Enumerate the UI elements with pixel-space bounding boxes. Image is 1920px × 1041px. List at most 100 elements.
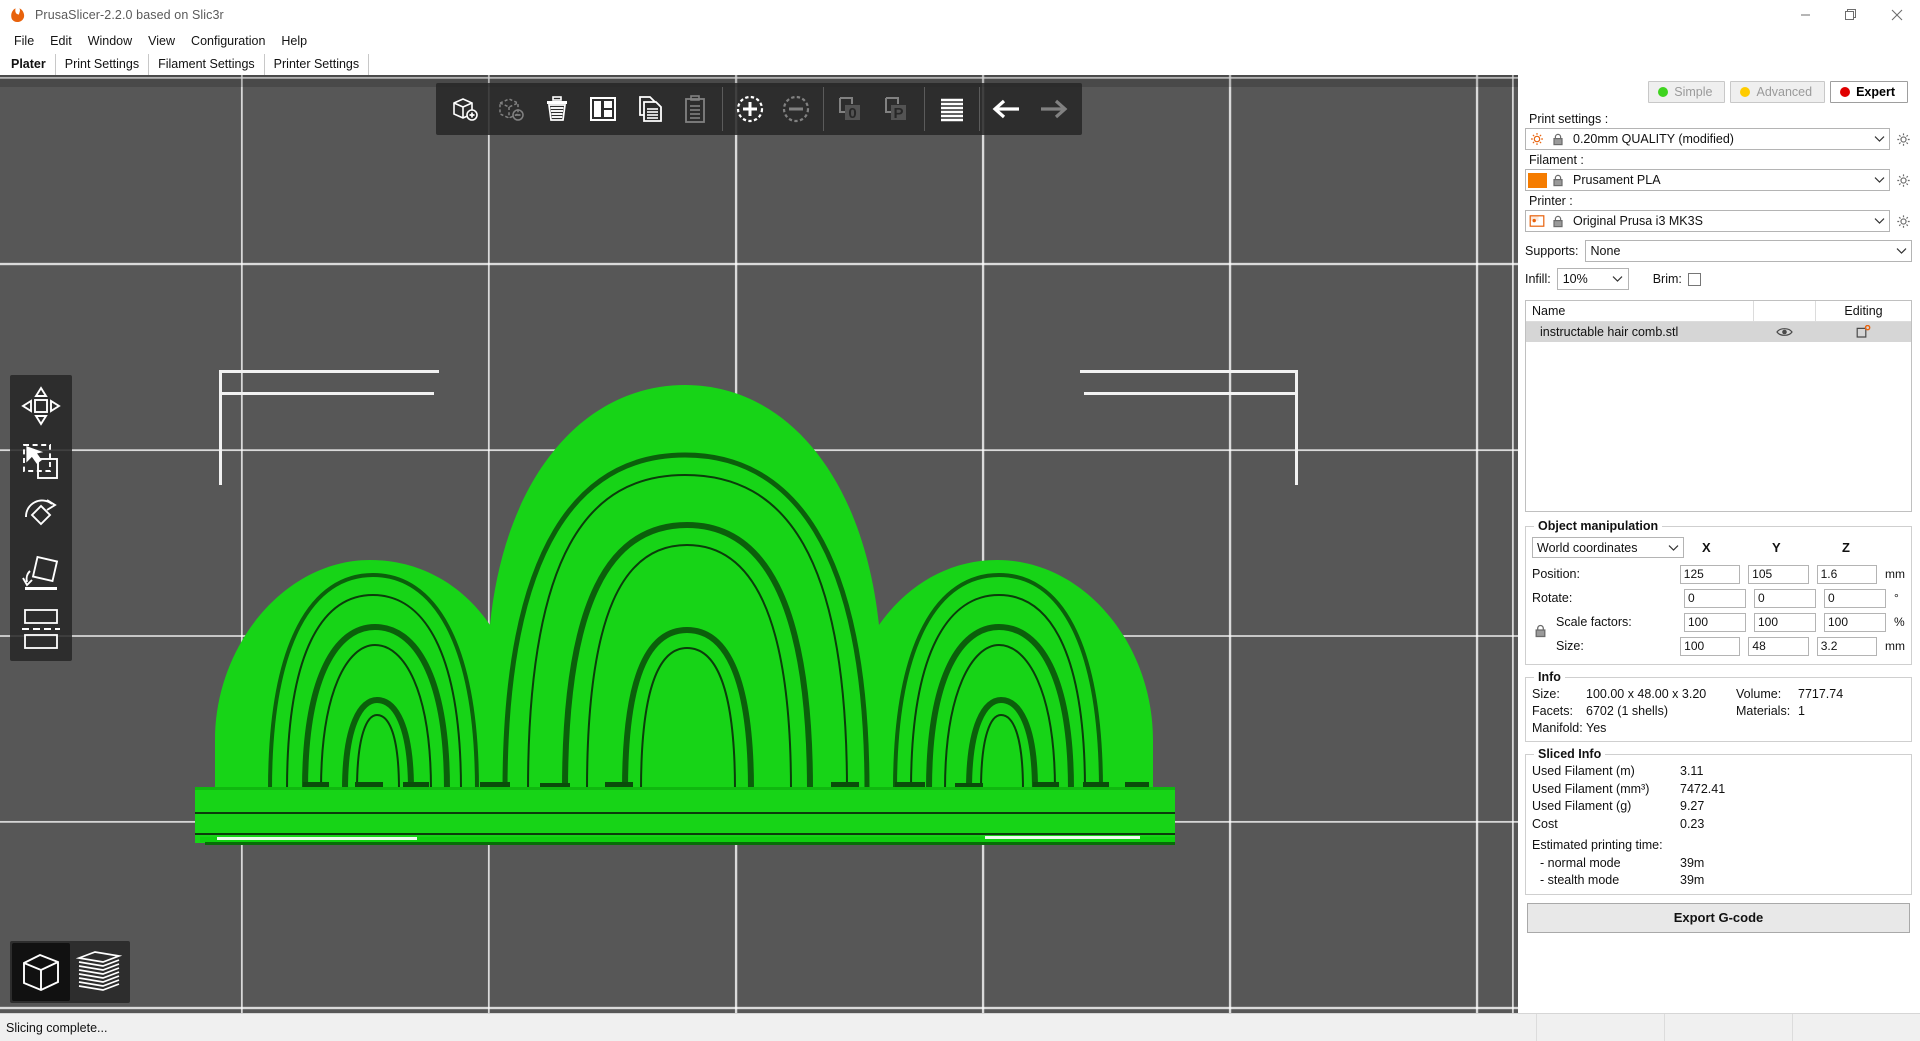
move-gizmo-icon[interactable]: [13, 378, 69, 434]
supports-combo[interactable]: None: [1584, 240, 1912, 262]
filament-combo[interactable]: Prusament PLA: [1525, 169, 1890, 191]
minimize-icon[interactable]: [1782, 0, 1828, 30]
split-to-parts-icon[interactable]: P: [875, 87, 919, 131]
scale-z-input[interactable]: 100: [1824, 612, 1886, 632]
delete-object-icon[interactable]: [489, 87, 533, 131]
rotate-label: Rotate:: [1532, 591, 1573, 605]
eye-icon[interactable]: [1753, 322, 1815, 343]
add-instance-icon[interactable]: [728, 87, 772, 131]
supports-label: Supports:: [1525, 244, 1579, 258]
arrange-icon[interactable]: [581, 87, 625, 131]
scale-gizmo-icon[interactable]: [13, 434, 69, 490]
print-settings-combo[interactable]: 0.20mm QUALITY (modified): [1525, 128, 1890, 150]
chevron-down-icon[interactable]: [1869, 135, 1889, 143]
print-settings-label: Print settings :: [1529, 112, 1609, 126]
view-mode-switch: [10, 941, 130, 1003]
infill-combo[interactable]: 10%: [1556, 268, 1629, 290]
scale-label: Scale factors:: [1556, 615, 1632, 629]
info-manifold-value: Yes: [1586, 721, 1607, 735]
position-x-input[interactable]: 125: [1679, 564, 1741, 584]
filament-gear-icon[interactable]: [1894, 171, 1912, 189]
status-cell-3: [1792, 1014, 1920, 1041]
tab-filament-settings[interactable]: Filament Settings: [149, 54, 265, 75]
rotate-x-input[interactable]: 0: [1684, 588, 1746, 608]
info-facets-value: 6702 (1 shells): [1586, 704, 1668, 718]
time-stealth-label: - stealth mode: [1540, 873, 1620, 887]
chevron-down-icon[interactable]: [1869, 217, 1889, 225]
print-settings-gear-icon[interactable]: [1894, 130, 1912, 148]
chevron-down-icon[interactable]: [1869, 176, 1889, 184]
model-base-shadow: [205, 842, 1175, 845]
menu-edit[interactable]: Edit: [42, 32, 80, 50]
preview-layers-icon[interactable]: [70, 943, 128, 1001]
printer-combo[interactable]: Original Prusa i3 MK3S: [1525, 210, 1890, 232]
column-header-visibility: [1753, 300, 1815, 322]
sliced-info-panel: Sliced Info Used Filament (m) 3.11 Used …: [1525, 747, 1912, 895]
model-hair-comb[interactable]: [195, 345, 1325, 845]
rotate-y-input[interactable]: 0: [1754, 588, 1816, 608]
layers-editing-icon[interactable]: [930, 87, 974, 131]
maximize-icon[interactable]: [1828, 0, 1874, 30]
sliced-cost: Cost 0.23: [1532, 816, 1905, 834]
scale-y-input[interactable]: 100: [1754, 612, 1816, 632]
menu-view[interactable]: View: [140, 32, 183, 50]
time-stealth-value: 39m: [1680, 873, 1705, 887]
axis-label-y: Y: [1772, 540, 1781, 555]
rotate-z-input[interactable]: 0: [1824, 588, 1886, 608]
rotate-gizmo-icon[interactable]: [13, 490, 69, 546]
position-row: Position: 125 105 1.6 mm: [1532, 562, 1905, 586]
add-object-icon[interactable]: [443, 87, 487, 131]
tab-print-settings[interactable]: Print Settings: [56, 54, 150, 75]
sliced-used-filament-g: Used Filament (g) 9.27: [1532, 798, 1905, 816]
uniform-scale-lock-icon[interactable]: [1534, 624, 1547, 641]
chevron-down-icon[interactable]: [1891, 247, 1911, 255]
close-icon[interactable]: [1874, 0, 1920, 30]
sliced-label-1: Used Filament (mm³): [1532, 781, 1650, 796]
mode-advanced-button[interactable]: Advanced: [1730, 81, 1826, 103]
scale-x-input[interactable]: 100: [1684, 612, 1746, 632]
lock-closed-icon: [1548, 133, 1568, 146]
paste-icon[interactable]: [673, 87, 717, 131]
remove-instance-icon[interactable]: [774, 87, 818, 131]
place-on-face-gizmo-icon[interactable]: [13, 546, 69, 602]
mode-expert-label: Expert: [1856, 85, 1895, 99]
position-z-input[interactable]: 1.6: [1816, 564, 1877, 584]
export-gcode-button[interactable]: Export G-code: [1527, 902, 1910, 933]
redo-arrow-icon[interactable]: [1031, 87, 1075, 131]
rotate-unit: °: [1894, 591, 1899, 605]
cut-gizmo-icon[interactable]: [13, 602, 69, 658]
info-size-label: Size:: [1532, 687, 1560, 701]
tab-printer-settings[interactable]: Printer Settings: [265, 54, 370, 75]
tab-plater[interactable]: Plater: [2, 54, 56, 75]
filament-row: Prusament PLA: [1525, 169, 1912, 191]
chevron-down-icon[interactable]: [1608, 275, 1628, 283]
delete-all-trash-icon[interactable]: [535, 87, 579, 131]
printer-gear-icon[interactable]: [1894, 212, 1912, 230]
menu-help[interactable]: Help: [273, 32, 315, 50]
size-x-input[interactable]: 100: [1680, 636, 1741, 656]
position-y-input[interactable]: 105: [1748, 564, 1809, 584]
editing-icon[interactable]: [1815, 322, 1911, 343]
status-cells: [1536, 1014, 1920, 1041]
chevron-down-icon[interactable]: [1668, 541, 1679, 555]
3d-viewport[interactable]: 0 P: [0, 75, 1518, 1013]
brim-checkbox[interactable]: [1687, 272, 1701, 286]
menu-configuration[interactable]: Configuration: [183, 32, 273, 50]
lock-closed-icon: [1548, 215, 1568, 228]
toolbar-separator-2: [823, 87, 824, 131]
menu-window[interactable]: Window: [80, 32, 140, 50]
size-z-input[interactable]: 3.2: [1816, 636, 1877, 656]
coordinate-system-select[interactable]: World coordinates: [1532, 537, 1684, 558]
supports-value: None: [1590, 244, 1621, 258]
size-y-input[interactable]: 48: [1748, 636, 1809, 656]
undo-arrow-icon[interactable]: [985, 87, 1029, 131]
mode-simple-button[interactable]: Simple: [1648, 81, 1726, 103]
mode-expert-button[interactable]: Expert: [1830, 81, 1908, 103]
split-to-objects-icon[interactable]: 0: [829, 87, 873, 131]
toolbar-separator-3: [924, 87, 925, 131]
editor-view-cube-icon[interactable]: [12, 943, 70, 1001]
table-row[interactable]: instructable hair comb.stl: [1526, 322, 1911, 342]
copy-icon[interactable]: [627, 87, 671, 131]
info-materials-value: 1: [1798, 704, 1805, 718]
menu-file[interactable]: File: [6, 32, 42, 50]
